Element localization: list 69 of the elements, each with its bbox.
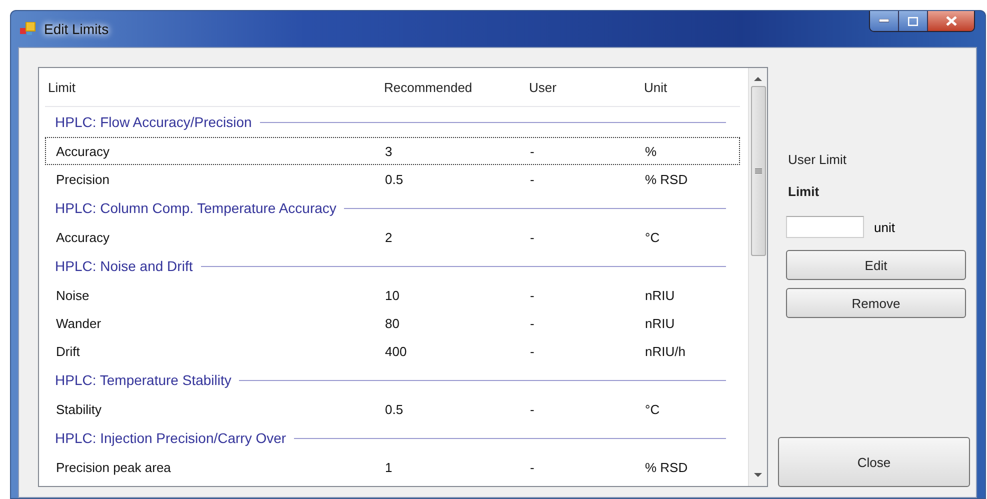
list-cell-text: nRIU [644,316,676,330]
list-row[interactable]: Noise 10 - nRIU [45,281,740,309]
section-label: User Limit [787,152,848,169]
list-cell-text: 3 [384,144,394,158]
scroll-thumb[interactable] [750,86,766,256]
close-window-button[interactable] [928,11,974,31]
list-cell-text: 0.5 [384,172,404,186]
list-row[interactable]: Accuracy 3 - % [45,137,740,165]
list-row[interactable]: Precision 0.5 - % RSD [45,165,740,193]
list-row[interactable]: Drift 400 - nRIU/h [45,337,740,365]
list-cell-text: Accuracy [55,230,110,244]
list-cell-text: Drift [55,344,81,358]
list-row[interactable]: Wander 80 - nRIU [45,309,740,337]
list-cell-text: - [529,402,536,416]
action-button[interactable]: Remove [786,288,966,318]
list-cell-text: 400 [384,344,408,358]
list-row[interactable]: Accuracy 2 - °C [45,223,740,251]
close-icon [946,16,956,26]
maximize-icon [908,16,918,26]
list-cell-text: nRIU [644,288,676,302]
list-row[interactable]: Precision peak area 1 - % RSD [45,453,740,481]
list-cell-text: Wander [55,316,102,330]
limit-input[interactable] [786,216,864,238]
group-title: HPLC: Temperature Stability [55,372,232,388]
scrollbar[interactable] [748,68,767,486]
group-title: HPLC: Injection Precision/Carry Over [55,430,286,446]
list-cell-text: Noise [55,288,90,302]
list-cell-text: 10 [384,288,400,302]
column-heading[interactable]: Recommended [381,80,526,94]
action-button[interactable]: Edit [786,250,966,280]
list-cell-text: - [529,230,536,244]
grip-icon [754,168,762,174]
list-cell-text: - [529,288,536,302]
minimize-icon [879,19,889,23]
list-cell-text: % RSD [644,172,689,186]
list-cell-text: nRIU/h [644,344,686,358]
list-cell-text: - [529,460,536,474]
scroll-up-icon[interactable] [754,76,762,82]
list-cell-text: °C [644,230,661,244]
list-cell-text: 2 [384,230,394,244]
group-title: HPLC: Flow Accuracy/Precision [55,114,252,130]
list-cell-text: 0.5 [384,402,404,416]
field-label: Limit [787,184,820,201]
list-cell-text: % RSD [644,460,689,474]
list-cell-text: Stability [55,402,103,416]
column-heading[interactable]: Unit [641,80,740,94]
list-row[interactable]: Stability 0.5 - °C [45,395,740,423]
group-title: HPLC: Noise and Drift [55,258,193,274]
list-cell-text: Accuracy [55,144,110,158]
list-cell-text: - [529,172,536,186]
list-cell-text: % [644,144,658,158]
column-heading[interactable]: Limit [45,80,381,94]
close-button[interactable]: Close [778,437,970,487]
list-cell-text: - [529,316,536,330]
unit-label: unit [874,220,895,234]
scroll-down-icon[interactable] [754,472,762,478]
maximize-button[interactable] [899,11,928,31]
list-cell-text: Precision peak area [55,460,172,474]
window-title: Edit Limits [44,21,109,37]
list-cell-text: 80 [384,316,400,330]
list-cell-text: Precision [55,172,110,186]
list-cell-text: - [529,344,536,358]
list-cell-text: 1 [384,460,394,474]
minimize-button[interactable] [870,11,899,31]
list-cell-text: °C [644,402,661,416]
list-cell-text: - [529,144,536,158]
app-icon [20,22,36,36]
group-title: HPLC: Column Comp. Temperature Accuracy [55,200,336,216]
column-heading[interactable]: User [526,80,641,94]
